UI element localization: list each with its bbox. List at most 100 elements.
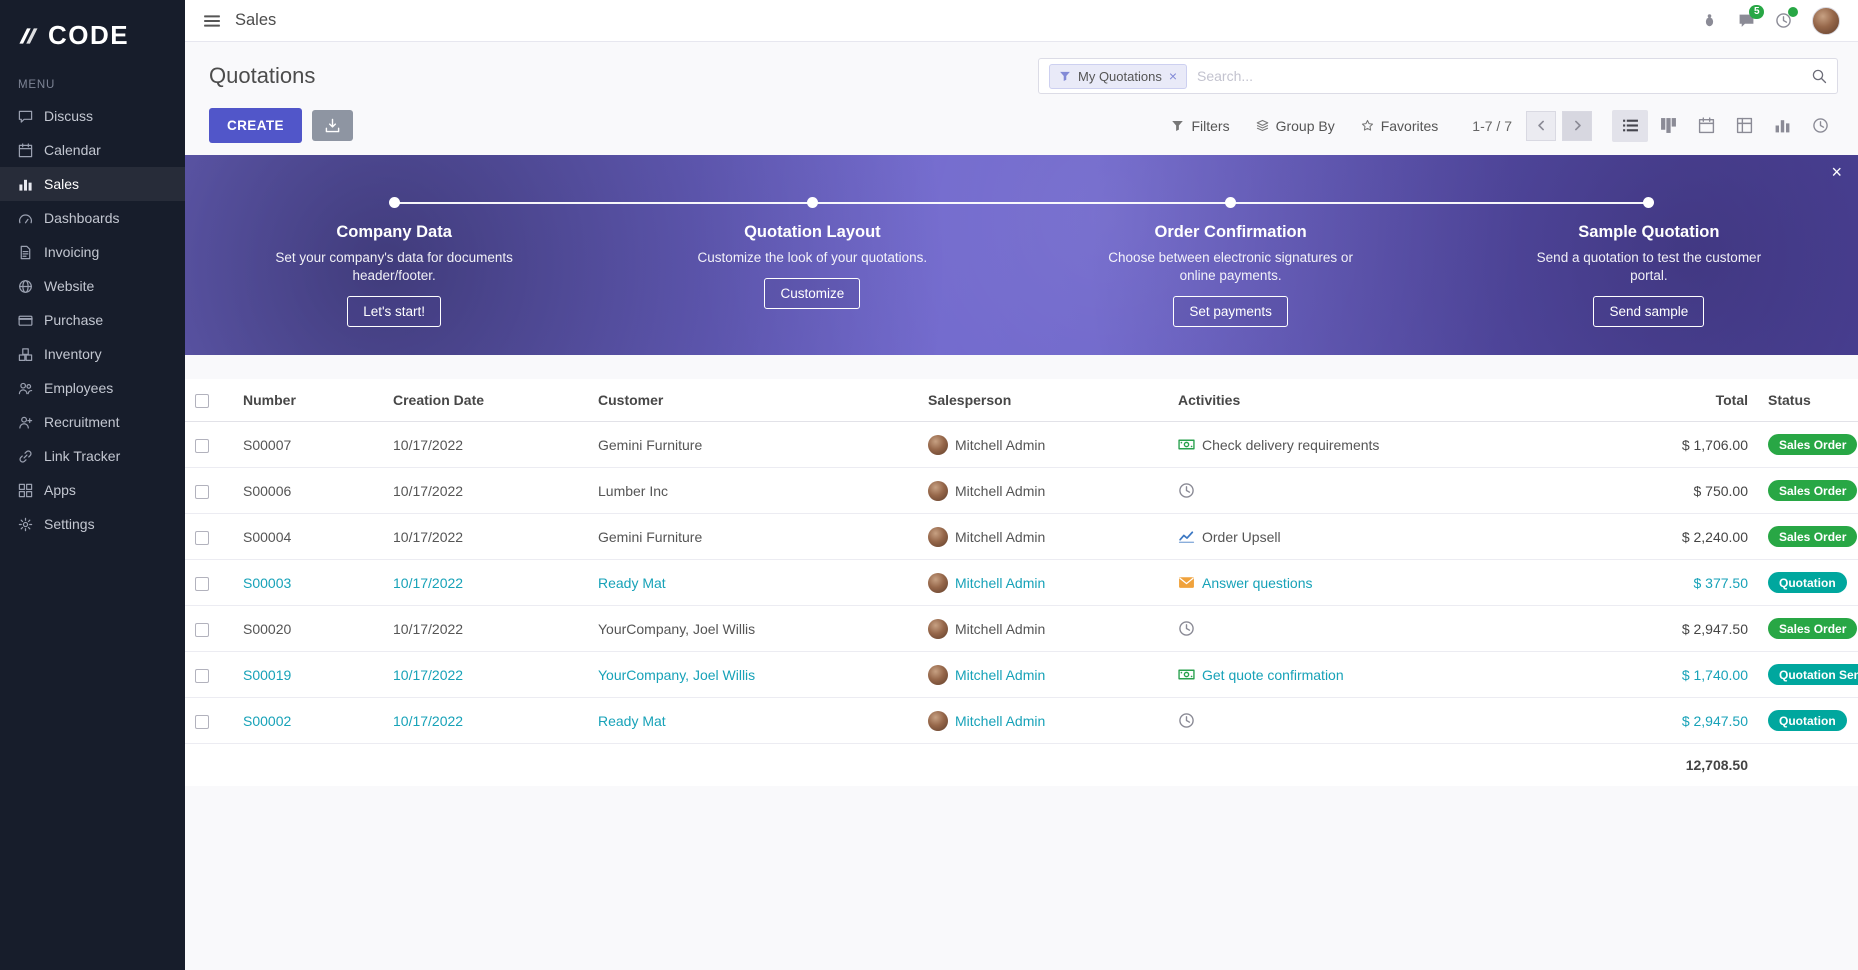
pager-prev-button[interactable] bbox=[1526, 111, 1556, 141]
cell-activities[interactable] bbox=[1168, 468, 1578, 514]
activity-chart-icon[interactable] bbox=[1178, 528, 1195, 545]
quotation-row-S00003[interactable]: S0000310/17/2022Ready MatMitchell AdminA… bbox=[185, 560, 1858, 606]
quotation-row-S00004[interactable]: S0000410/17/2022Gemini FurnitureMitchell… bbox=[185, 514, 1858, 560]
cell-salesperson[interactable]: Mitchell Admin bbox=[918, 606, 1168, 652]
favorites-button[interactable]: Favorites bbox=[1351, 112, 1449, 140]
cell-number[interactable]: S00003 bbox=[233, 560, 383, 606]
row-checkbox[interactable] bbox=[195, 715, 209, 729]
header-number[interactable]: Number bbox=[233, 379, 383, 422]
header-activities[interactable]: Activities bbox=[1168, 379, 1578, 422]
header-customer[interactable]: Customer bbox=[588, 379, 918, 422]
activity-cash-icon[interactable] bbox=[1178, 436, 1195, 453]
cell-creation-date[interactable]: 10/17/2022 bbox=[383, 698, 588, 744]
cell-number[interactable]: S00002 bbox=[233, 698, 383, 744]
sidebar-item-sales[interactable]: Sales bbox=[0, 167, 185, 201]
row-checkbox[interactable] bbox=[195, 577, 209, 591]
create-button[interactable]: CREATE bbox=[209, 108, 302, 143]
cell-salesperson[interactable]: Mitchell Admin bbox=[918, 422, 1168, 468]
cell-activities[interactable] bbox=[1168, 698, 1578, 744]
view-pivot-button[interactable] bbox=[1726, 110, 1762, 142]
row-checkbox[interactable] bbox=[195, 439, 209, 453]
topbar-app-name[interactable]: Sales bbox=[235, 11, 276, 30]
groupby-button[interactable]: Group By bbox=[1246, 112, 1345, 140]
filters-button[interactable]: Filters bbox=[1161, 112, 1239, 140]
cell-activities[interactable]: Order Upsell bbox=[1168, 514, 1578, 560]
view-activity-button[interactable] bbox=[1802, 110, 1838, 142]
view-list-button[interactable] bbox=[1612, 110, 1648, 142]
step-action-button[interactable]: Set payments bbox=[1173, 296, 1288, 327]
cell-creation-date[interactable]: 10/17/2022 bbox=[383, 606, 588, 652]
search-input[interactable] bbox=[1197, 68, 1801, 84]
sidebar-item-employees[interactable]: Employees bbox=[0, 371, 185, 405]
header-creation-date[interactable]: Creation Date bbox=[383, 379, 588, 422]
cell-creation-date[interactable]: 10/17/2022 bbox=[383, 468, 588, 514]
sidebar-item-settings[interactable]: Settings bbox=[0, 507, 185, 541]
activity-clock-icon[interactable] bbox=[1178, 712, 1195, 729]
chip-close-icon[interactable]: × bbox=[1169, 69, 1177, 83]
view-calendar-button[interactable] bbox=[1688, 110, 1724, 142]
search-icon[interactable] bbox=[1811, 68, 1827, 84]
cell-number[interactable]: S00019 bbox=[233, 652, 383, 698]
banner-close-icon[interactable]: × bbox=[1831, 163, 1842, 181]
cell-customer[interactable]: Gemini Furniture bbox=[588, 422, 918, 468]
quotation-row-S00006[interactable]: S0000610/17/2022Lumber IncMitchell Admin… bbox=[185, 468, 1858, 514]
step-action-button[interactable]: Send sample bbox=[1593, 296, 1704, 327]
cell-customer[interactable]: Ready Mat bbox=[588, 698, 918, 744]
row-checkbox[interactable] bbox=[195, 669, 209, 683]
quotation-row-S00020[interactable]: S0002010/17/2022YourCompany, Joel Willis… bbox=[185, 606, 1858, 652]
cell-customer[interactable]: Gemini Furniture bbox=[588, 514, 918, 560]
row-checkbox[interactable] bbox=[195, 531, 209, 545]
step-action-button[interactable]: Customize bbox=[764, 278, 860, 309]
select-all-checkbox[interactable] bbox=[195, 394, 209, 408]
quotation-row-S00007[interactable]: S0000710/17/2022Gemini FurnitureMitchell… bbox=[185, 422, 1858, 468]
sidebar-item-website[interactable]: Website bbox=[0, 269, 185, 303]
cell-number[interactable]: S00020 bbox=[233, 606, 383, 652]
hamburger-icon[interactable] bbox=[203, 12, 221, 30]
row-checkbox[interactable] bbox=[195, 623, 209, 637]
cell-salesperson[interactable]: Mitchell Admin bbox=[918, 560, 1168, 606]
sidebar-item-inventory[interactable]: Inventory bbox=[0, 337, 185, 371]
cell-creation-date[interactable]: 10/17/2022 bbox=[383, 422, 588, 468]
filter-chip-my-quotations[interactable]: My Quotations × bbox=[1049, 64, 1187, 89]
cell-salesperson[interactable]: Mitchell Admin bbox=[918, 468, 1168, 514]
header-total[interactable]: Total bbox=[1578, 379, 1758, 422]
view-graph-button[interactable] bbox=[1764, 110, 1800, 142]
activity-envelope-icon[interactable] bbox=[1178, 574, 1195, 591]
row-checkbox[interactable] bbox=[195, 485, 209, 499]
view-kanban-button[interactable] bbox=[1650, 110, 1686, 142]
cell-number[interactable]: S00007 bbox=[233, 422, 383, 468]
cell-customer[interactable]: YourCompany, Joel Willis bbox=[588, 606, 918, 652]
user-avatar[interactable] bbox=[1812, 7, 1840, 35]
cell-activities[interactable]: Check delivery requirements bbox=[1168, 422, 1578, 468]
pager-next-button[interactable] bbox=[1562, 111, 1592, 141]
cell-customer[interactable]: Lumber Inc bbox=[588, 468, 918, 514]
cell-number[interactable]: S00004 bbox=[233, 514, 383, 560]
cell-activities[interactable]: Answer questions bbox=[1168, 560, 1578, 606]
sidebar-item-dashboards[interactable]: Dashboards bbox=[0, 201, 185, 235]
cell-activities[interactable]: Get quote confirmation bbox=[1168, 652, 1578, 698]
search-bar[interactable]: My Quotations × bbox=[1038, 58, 1838, 94]
cell-customer[interactable]: Ready Mat bbox=[588, 560, 918, 606]
step-action-button[interactable]: Let's start! bbox=[347, 296, 441, 327]
sidebar-item-calendar[interactable]: Calendar bbox=[0, 133, 185, 167]
activity-cash-icon[interactable] bbox=[1178, 666, 1195, 683]
quotation-row-S00019[interactable]: S0001910/17/2022YourCompany, Joel Willis… bbox=[185, 652, 1858, 698]
export-button[interactable] bbox=[312, 110, 353, 141]
cell-creation-date[interactable]: 10/17/2022 bbox=[383, 560, 588, 606]
cell-salesperson[interactable]: Mitchell Admin bbox=[918, 652, 1168, 698]
sidebar-item-invoicing[interactable]: Invoicing bbox=[0, 235, 185, 269]
cell-salesperson[interactable]: Mitchell Admin bbox=[918, 514, 1168, 560]
cell-creation-date[interactable]: 10/17/2022 bbox=[383, 514, 588, 560]
sidebar-item-purchase[interactable]: Purchase bbox=[0, 303, 185, 337]
activities-clock-icon[interactable] bbox=[1775, 12, 1792, 29]
quotation-row-S00002[interactable]: S0000210/17/2022Ready MatMitchell Admin$… bbox=[185, 698, 1858, 744]
sidebar-item-discuss[interactable]: Discuss bbox=[0, 99, 185, 133]
activity-clock-icon[interactable] bbox=[1178, 482, 1195, 499]
cell-number[interactable]: S00006 bbox=[233, 468, 383, 514]
logo[interactable]: CODE bbox=[0, 0, 185, 69]
cell-creation-date[interactable]: 10/17/2022 bbox=[383, 652, 588, 698]
sidebar-item-link-tracker[interactable]: Link Tracker bbox=[0, 439, 185, 473]
sidebar-item-apps[interactable]: Apps bbox=[0, 473, 185, 507]
bug-icon[interactable] bbox=[1701, 12, 1718, 29]
header-status[interactable]: Status bbox=[1758, 379, 1858, 422]
